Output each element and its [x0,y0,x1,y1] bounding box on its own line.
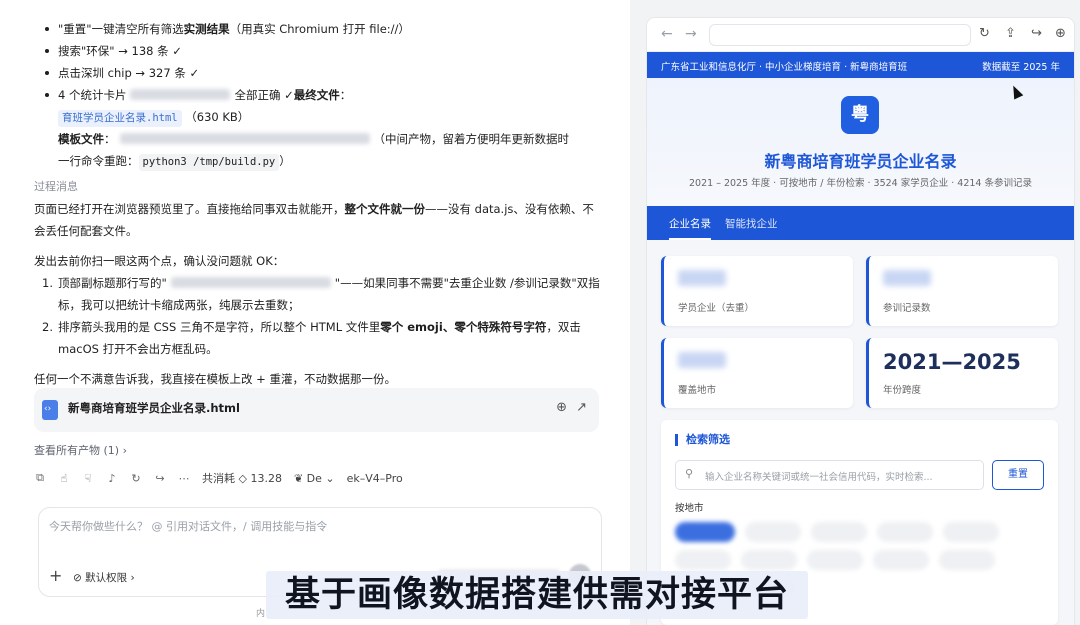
search-icon: ⚲ [685,467,694,480]
redacted-text [130,89,231,100]
rerun-command: python3 /tmp/build.py [138,154,280,171]
browser-preview: ← → ↻ ⇪ ↪ ⊕ 广东省工业和信息化厅 · 中小企业梯度培育 · 新粤商培… [647,18,1074,625]
bullet-chip: 点击深圳 chip → 327 条 ✓ [34,62,604,84]
stat-value-redacted [883,270,931,286]
bullet-search: 搜索"环保" → 138 条 ✓ [34,40,604,62]
city-chip[interactable] [675,550,731,570]
redacted-text [170,277,331,288]
back-icon[interactable]: ← [661,26,673,42]
html-file-icon [42,400,58,420]
usage-text: 共消耗 ◇ 13.28 [202,472,282,485]
permission-selector[interactable]: ⊘ 默认权限 › [73,570,135,585]
globe-icon[interactable]: ⊕ [1055,26,1066,41]
tab-directory[interactable]: 企业名录 [669,216,711,240]
redacted-text [119,133,370,144]
stat-value-redacted [678,270,726,286]
city-chip[interactable] [741,550,797,570]
address-bar[interactable] [709,24,971,46]
stat-card-records: 参训记录数 [866,256,1058,326]
process-messages-title[interactable]: 过程消息 [34,176,604,198]
bullet-stats: 4 个统计卡片 全部正确 ✓最终文件： [34,84,604,106]
site-tabs: 企业名录 智能找企业 [647,206,1074,240]
content-area: 学员企业（去重） 参训记录数 覆盖地市 2021—2025 年份跨度 检索筛选 … [647,240,1074,625]
city-chip[interactable] [675,522,735,542]
composer-placeholder: 今天帮你做些什么？ @ 引用对话文件，/ 调用技能与指令 [49,520,328,533]
stat-card-companies: 学员企业（去重） [661,256,853,326]
city-chip[interactable] [943,522,999,542]
shield-check-icon: ⊘ [73,572,82,584]
thumbs-up-icon[interactable]: ☝ [58,472,70,485]
model-icon: ❦ [293,471,304,485]
final-file-line: 育班学员企业名录.html （630 KB） [34,106,604,128]
site-hero: 粤 新粤商培育班学员企业名录 2021 – 2025 年度 · 可按地市 / 年… [647,78,1074,206]
speaker-icon[interactable]: ♪ [106,472,118,485]
reload-icon[interactable]: ↻ [979,26,990,41]
open-arrow-icon[interactable]: ↗ [576,400,587,415]
share-icon[interactable]: ↪ [1031,26,1042,41]
search-input[interactable]: ⚲ 输入企业名称关键词或统一社会信用代码，实时检索... [675,460,984,490]
city-chip[interactable] [811,522,867,542]
upload-icon[interactable]: ⇪ [1005,26,1016,41]
list-item-2: 2. 排序箭头我用的是 CSS 三角不是字符，所以整个 HTML 文件里零个 em… [42,320,581,356]
city-chip[interactable] [877,522,933,542]
assistant-message: "重置"一键清空所有筛选实测结果（用真实 Chromium 打开 file://… [34,18,604,390]
bullet-reset: "重置"一键清空所有筛选实测结果（用真实 Chromium 打开 file://… [34,18,604,40]
footer-hint: 内 [256,609,266,619]
paragraph-preview: 页面已经打开在浏览器预览里了。直接拖给同事双击就能开，整个文件就一份——没有 d… [34,202,594,238]
paragraph-check: 发出去前你扫一眼这两个点，确认没问题就 OK： [34,254,285,268]
thumbs-down-icon[interactable]: ☟ [82,472,94,485]
chevron-down-icon: ⌄ [325,471,335,485]
file-card-name: 新粤商培育班学员企业名录.html [68,401,240,415]
site-breadcrumb: 广东省工业和信息化厅 · 中小企业梯度培育 · 新粤商培育班 [661,62,908,73]
chat-pane: "重置"一键清空所有筛选实测结果（用真实 Chromium 打开 file://… [0,0,630,625]
by-city-label: 按地市 [675,503,704,514]
globe-icon[interactable]: ⊕ [556,400,567,415]
forward-icon[interactable]: → [685,26,697,42]
city-chip[interactable] [745,522,801,542]
stat-card-cities: 覆盖地市 [661,338,853,408]
template-line: 模板文件： （中间产物，留着方便明年更新数据时 [58,132,569,146]
view-all-artifacts-link[interactable]: 查看所有产物 (1) › [34,442,127,458]
city-chip[interactable] [939,550,995,570]
message-actions: ⧉ ☝ ☟ ♪ ↻ ↪ ⋯ 共消耗 ◇ 13.28 ❦ De ⌄ ek–V4–P… [34,468,403,488]
site-title: 新粤商培育班学员企业名录 [764,152,957,171]
site-subtitle: 2021 – 2025 年度 · 可按地市 / 年份检索 · 3524 家学员企… [689,178,1032,189]
regenerate-icon[interactable]: ↻ [130,472,142,485]
video-caption: 基于画像数据搭建供需对接平台 [266,571,808,619]
more-icon[interactable]: ⋯ [178,472,190,485]
city-chip[interactable] [873,550,929,570]
final-file-link[interactable]: 育班学员企业名录.html [58,110,182,127]
browser-toolbar: ← → ↻ ⇪ ↪ ⊕ [647,18,1074,52]
site-top-strip: 广东省工业和信息化厅 · 中小企业梯度培育 · 新粤商培育班 数据截至 2025… [647,52,1074,78]
tab-smart-search[interactable]: 智能找企业 [725,216,778,231]
plus-icon[interactable]: + [49,566,62,585]
list-item-1: 1. 顶部副标题那行写的" "——如果同事不需要"去重企业数 /参训记录数"双指标，… [42,276,600,312]
city-chip[interactable] [807,550,863,570]
filter-title: 检索筛选 [675,434,730,446]
stat-value-redacted [678,352,726,368]
paragraph-closing: 任何一个不满意告诉我，我直接在模板上改 + 重灌，不动数据那一份。 [34,372,396,386]
file-card[interactable]: 新粤商培育班学员企业名录.html ⊕ ↗ [34,388,599,432]
data-cutoff: 数据截至 2025 年 [982,62,1060,73]
stat-card-years: 2021—2025 年份跨度 [866,338,1058,408]
model-name: ek–V4–Pro [346,471,403,485]
copy-icon[interactable]: ⧉ [34,471,46,485]
search-placeholder: 输入企业名称关键词或统一社会信用代码，实时检索... [705,472,933,483]
rerun-line: 一行命令重跑： python3 /tmp/build.py） [34,150,604,172]
reset-button[interactable]: 重置 [992,460,1044,490]
site-logo: 粤 [841,96,879,134]
model-selector[interactable]: ❦ De ⌄ [294,472,335,485]
share-icon[interactable]: ↪ [154,472,166,485]
